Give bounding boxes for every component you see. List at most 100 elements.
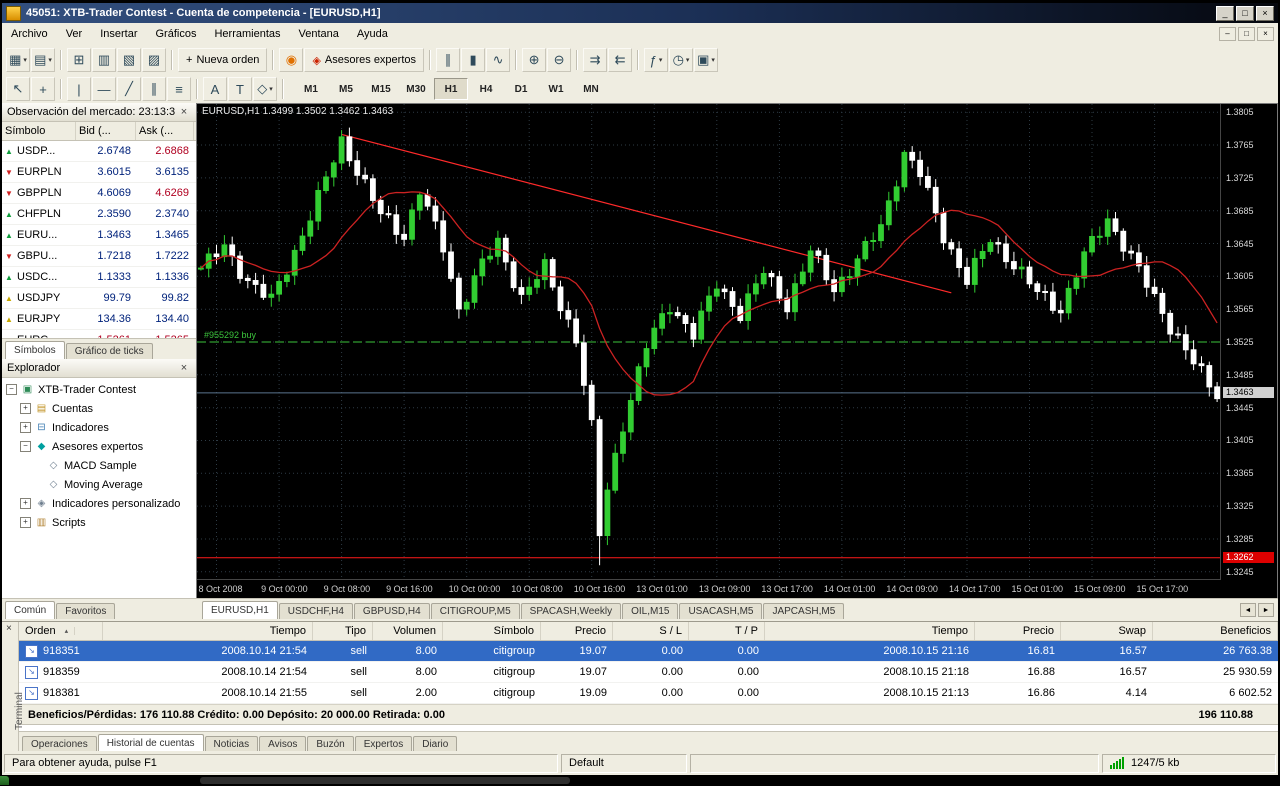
chart-window[interactable]: #955292 buy EURUSD,H1 1.3499 1.3502 1.34… [196, 103, 1278, 600]
tab-s-mbolos[interactable]: Símbolos [5, 341, 65, 359]
market-watch-row-eurpln[interactable]: ▼ EURPLN 3.6015 3.6135 [2, 162, 196, 183]
chart-tab-oil-m15[interactable]: OIL,M15 [622, 603, 679, 619]
history-row-918359[interactable]: ↘ 918359 2008.10.14 21:54 sell 8.00 citigroup… [19, 662, 1278, 683]
market-watch-row-gbppln[interactable]: ▼ GBPPLN 4.6069 4.6269 [2, 183, 196, 204]
market-watch-column-ask[interactable]: Ask (... [136, 122, 194, 140]
chart-shift-icon[interactable]: ⇇ [608, 48, 633, 72]
expert-advisors-run-icon[interactable]: ◉ [279, 48, 304, 72]
terminal-column-s-l-6[interactable]: S / L [613, 622, 689, 640]
terminal-close-icon[interactable]: × [6, 623, 12, 634]
new-order-button[interactable]: + Nueva orden [178, 48, 268, 72]
tree-item-moving-average[interactable]: ◇ Moving Average [2, 475, 196, 494]
expand-icon[interactable]: + [20, 498, 31, 509]
price-scale[interactable]: 1.3805 1.3765 1.3725 1.3685 1.3645 1.3605 1.35… [1220, 104, 1277, 580]
close-button[interactable]: × [1256, 5, 1274, 21]
tab-com-n[interactable]: Común [5, 601, 56, 619]
mdi-restore-button[interactable]: □ [1238, 27, 1255, 41]
chart-tab-usdchf-h4[interactable]: USDCHF,H4 [278, 603, 353, 619]
terminal-tab-noticias[interactable]: Noticias [204, 736, 259, 752]
chart-tab-usacash-m5[interactable]: USACASH,M5 [679, 603, 763, 619]
profiles-icon[interactable]: ▤ ▾ [31, 48, 55, 72]
menu-ver[interactable]: Ver [57, 24, 92, 44]
tree-item-asesores-expertos[interactable]: − ◆ Asesores expertos [2, 437, 196, 456]
collapse-icon[interactable]: − [20, 441, 31, 452]
timeframe-m5[interactable]: M5 [329, 78, 363, 100]
fibonacci-retracement-icon[interactable]: ≡ [167, 77, 191, 101]
market-watch-row-chfpln[interactable]: ▲ CHFPLN 2.3590 2.3740 [2, 204, 196, 225]
menu-ayuda[interactable]: Ayuda [348, 24, 397, 44]
chart-tab-citigroup-m5[interactable]: CITIGROUP,M5 [430, 603, 520, 619]
zoom-out-icon[interactable]: ⊖ [547, 48, 572, 72]
market-watch-row-gbpu[interactable]: ▼ GBPU... 1.7218 1.7222 [2, 246, 196, 267]
timeframe-w1[interactable]: W1 [539, 78, 573, 100]
terminal-column-tiempo-1[interactable]: Tiempo [103, 622, 313, 640]
terminal-column-t-p-7[interactable]: T / P [689, 622, 765, 640]
time-axis[interactable]: 8 Oct 2008 9 Oct 00:00 9 Oct 08:00 9 Oct 16… [197, 579, 1221, 599]
terminal-column-tipo-2[interactable]: Tipo [313, 622, 373, 640]
bar-chart-mode-icon[interactable]: ∥ [436, 48, 461, 72]
menu-archivo[interactable]: Archivo [2, 24, 57, 44]
navigator-toggle-icon[interactable]: ▧ [117, 48, 141, 72]
timeframe-h1[interactable]: H1 [434, 78, 468, 100]
terminal-column-tiempo-8[interactable]: Tiempo [765, 622, 975, 640]
history-row-918351[interactable]: ↘ 918351 2008.10.14 21:54 sell 8.00 citigroup… [19, 641, 1278, 662]
chart-plot-area[interactable]: #955292 buy EURUSD,H1 1.3499 1.3502 1.34… [197, 104, 1221, 580]
scroll-left-icon[interactable]: ◄ [1240, 603, 1256, 617]
line-chart-mode-icon[interactable]: ∿ [486, 48, 511, 72]
scroll-right-icon[interactable]: ► [1258, 603, 1274, 617]
indicators-icon[interactable]: ƒ ▾ [644, 48, 669, 72]
terminal-column-s-mbolo-4[interactable]: Símbolo [443, 622, 541, 640]
tree-item-indicadores[interactable]: + ⊟ Indicadores [2, 418, 196, 437]
timeframe-mn[interactable]: MN [574, 78, 608, 100]
terminal-column-beneficios-11[interactable]: Beneficios [1153, 622, 1278, 640]
maximize-button[interactable]: □ [1236, 5, 1254, 21]
terminal-column-precio-9[interactable]: Precio [975, 622, 1061, 640]
chart-tab-gbpusd-h4[interactable]: GBPUSD,H4 [353, 603, 430, 619]
terminal-toggle-icon[interactable]: ▨ [142, 48, 166, 72]
text-label-icon[interactable]: A [203, 77, 227, 101]
expand-icon[interactable]: + [20, 403, 31, 414]
mdi-minimize-button[interactable]: – [1219, 27, 1236, 41]
templates-icon[interactable]: ▣ ▾ [694, 48, 719, 72]
expert-advisors-button[interactable]: ◈ Asesores expertos [304, 48, 425, 72]
timeframe-m30[interactable]: M30 [399, 78, 433, 100]
tree-item-scripts[interactable]: + ▥ Scripts [2, 513, 196, 532]
horizontal-line-icon[interactable]: — [92, 77, 116, 101]
chart-tab-japcash-m5[interactable]: JAPCASH,M5 [763, 603, 845, 619]
data-window-toggle-icon[interactable]: ▥ [92, 48, 116, 72]
chart-tab-eurusd-h1[interactable]: EURUSD,H1 [202, 601, 278, 619]
market-watch-row-eurc[interactable]: ▼EURC...1.52611.5265 [2, 330, 196, 338]
periods-icon[interactable]: ◷ ▾ [669, 48, 694, 72]
arrows-icon[interactable]: ◇ ▾ [253, 77, 277, 101]
terminal-column-orden-0[interactable]: Orden ▴ [19, 622, 103, 640]
mdi-close-button[interactable]: × [1257, 27, 1274, 41]
market-watch-close-icon[interactable]: × [177, 106, 191, 118]
history-row-918381[interactable]: ↘ 918381 2008.10.14 21:55 sell 2.00 citigroup… [19, 683, 1278, 704]
auto-scroll-icon[interactable]: ⇉ [583, 48, 608, 72]
new-chart-icon[interactable]: ▦ ▾ [6, 48, 30, 72]
tree-item-cuentas[interactable]: + ▤ Cuentas [2, 399, 196, 418]
market-watch-toggle-icon[interactable]: ⊞ [67, 48, 91, 72]
terminal-column-precio-5[interactable]: Precio [541, 622, 613, 640]
tree-item-xtb-trader-contest[interactable]: − ▣ XTB-Trader Contest [2, 380, 196, 399]
market-watch-column-bid[interactable]: Bid (... [76, 122, 136, 140]
market-watch-row-usdc[interactable]: ▲ USDC... 1.1333 1.1336 [2, 267, 196, 288]
terminal-column-swap-10[interactable]: Swap [1061, 622, 1153, 640]
timeframe-d1[interactable]: D1 [504, 78, 538, 100]
equidistant-channel-icon[interactable]: ∥ [142, 77, 166, 101]
menu-gr-ficos[interactable]: Gráficos [147, 24, 206, 44]
cursor-icon[interactable]: ↖ [6, 77, 30, 101]
terminal-column-volumen-3[interactable]: Volumen [373, 622, 443, 640]
terminal-tab-historial-de-cuentas[interactable]: Historial de cuentas [97, 734, 204, 752]
market-watch-row-eurjpy[interactable]: ▲ EURJPY 134.36 134.40 [2, 309, 196, 330]
chart-tab-spacash-weekly[interactable]: SPACASH,Weekly [520, 603, 622, 619]
timeframe-m15[interactable]: M15 [364, 78, 398, 100]
zoom-in-icon[interactable]: ⊕ [522, 48, 547, 72]
terminal-tab-buz-n[interactable]: Buzón [307, 736, 354, 752]
terminal-tab-diario[interactable]: Diario [413, 736, 458, 752]
terminal-tab-expertos[interactable]: Expertos [354, 736, 413, 752]
minimize-button[interactable]: _ [1216, 5, 1234, 21]
candlestick-mode-icon[interactable]: ▮ [461, 48, 486, 72]
vertical-line-icon[interactable]: | [67, 77, 91, 101]
expand-icon[interactable]: + [20, 422, 31, 433]
